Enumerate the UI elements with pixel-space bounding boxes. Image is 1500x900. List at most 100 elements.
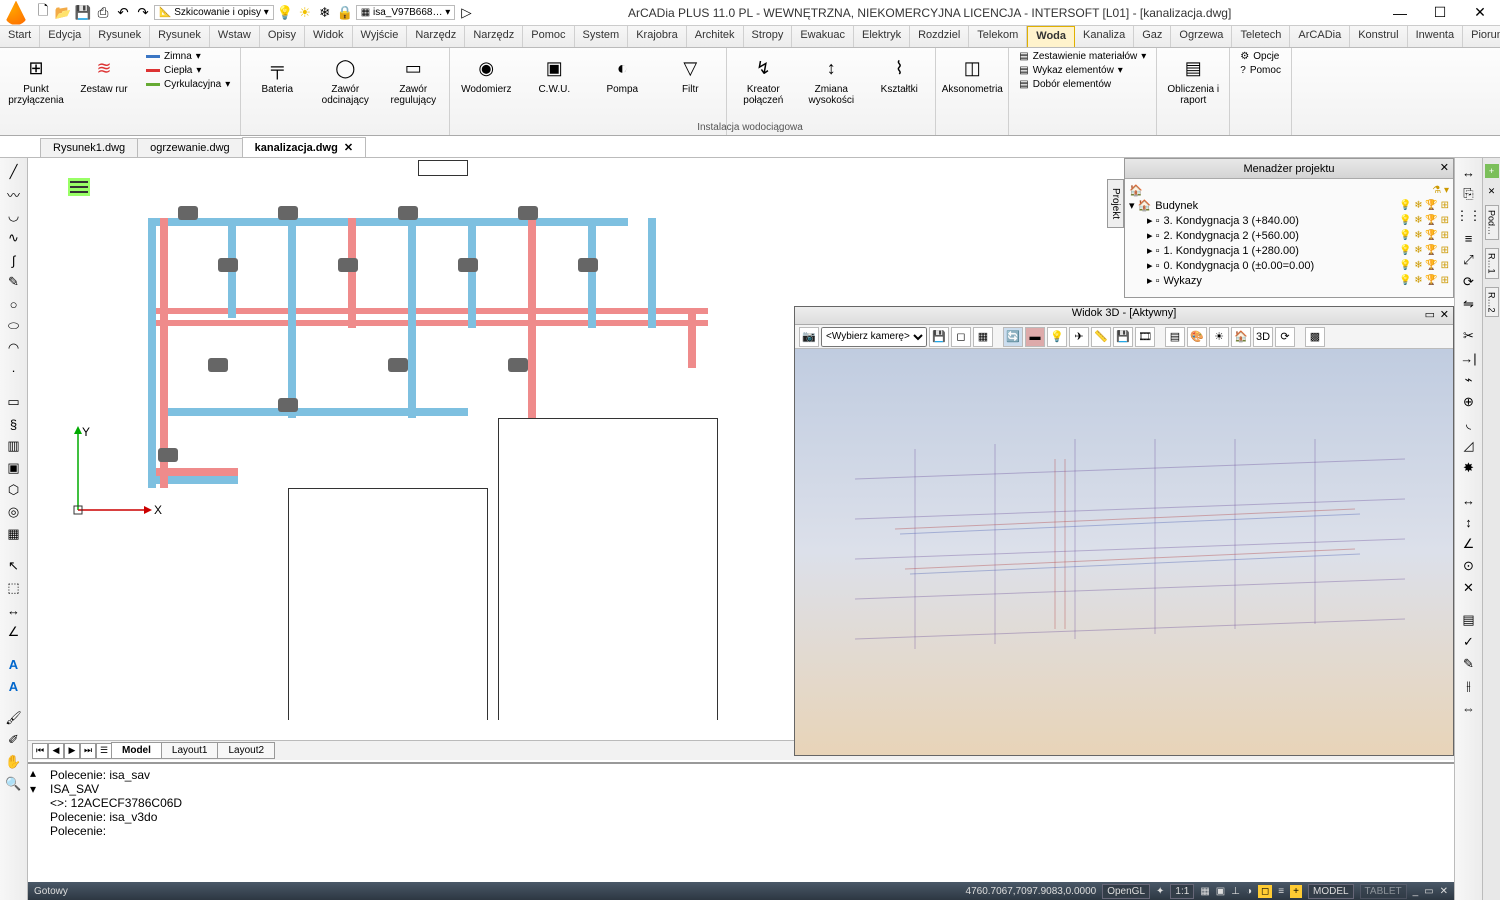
btn-obliczenia-raport[interactable]: ▤Obliczenia i raport: [1163, 50, 1223, 106]
spline-tool-icon[interactable]: ∿: [4, 228, 24, 248]
status-max-icon[interactable]: ▭: [1424, 886, 1433, 897]
rt-array-icon[interactable]: ⋮⋮: [1459, 206, 1479, 226]
v3d-home-icon[interactable]: 🏠: [1231, 327, 1251, 347]
btn-cyrkulacyjna[interactable]: Cyrkulacyjna ▾: [142, 78, 234, 91]
status-polar-icon[interactable]: ◑: [1246, 886, 1252, 897]
pm-item[interactable]: ▸ ▫ 1. Kondygnacja 1 (+280.00)💡 ❄ 🏆 ⊞: [1129, 243, 1449, 258]
v3d-frame-icon[interactable]: ◻: [951, 327, 971, 347]
btn-cwu[interactable]: ▣C.W.U.: [524, 50, 584, 95]
pm-side-tab[interactable]: Projekt: [1107, 179, 1124, 228]
rail-tab-2[interactable]: R…2: [1485, 287, 1499, 318]
v3d-save-icon[interactable]: 💾: [929, 327, 949, 347]
ribbon-tab-system[interactable]: System: [575, 26, 629, 47]
open-icon[interactable]: 📂: [54, 4, 72, 22]
ribbon-tab-rozdziel[interactable]: Rozdziel: [910, 26, 969, 47]
pm-item[interactable]: ▸ ▫ 0. Kondygnacja 0 (±0.00=0.00)💡 ❄ 🏆 ⊞: [1129, 258, 1449, 273]
btn-punkt-przylaczenia[interactable]: ⊞ Punkt przyłączenia: [6, 50, 66, 106]
command-window[interactable]: ▴ ▾ Polecenie: isa_savISA_SAV<>: 12ACECF…: [28, 762, 1454, 882]
btn-bateria[interactable]: ╤Bateria: [247, 50, 307, 95]
ribbon-tab-gaz[interactable]: Gaz: [1134, 26, 1171, 47]
rt-match-icon[interactable]: ✓: [1459, 632, 1479, 652]
rt-dim1-icon[interactable]: ↔: [1459, 490, 1479, 510]
ribbon-tab-ogrzewa[interactable]: Ogrzewa: [1171, 26, 1232, 47]
text-a-icon[interactable]: A: [4, 654, 24, 674]
paint-tool-icon[interactable]: 🖌: [4, 708, 24, 728]
cmd-up-icon[interactable]: ▴: [30, 766, 36, 780]
btn-pompa[interactable]: ◐Pompa: [592, 50, 652, 95]
cmd-down-icon[interactable]: ▾: [30, 782, 36, 796]
v3d-fly-icon[interactable]: ✈: [1069, 327, 1089, 347]
box-tool-icon[interactable]: ▣: [4, 458, 24, 478]
undo-icon[interactable]: ↶: [114, 4, 132, 22]
ribbon-tab-elektryk[interactable]: Elektryk: [854, 26, 910, 47]
status-snap2-icon[interactable]: ▣: [1216, 886, 1225, 897]
layout-tab-model[interactable]: Model: [111, 742, 162, 759]
rt-scale-icon[interactable]: ⤢: [1459, 250, 1479, 270]
v3d-wall-icon[interactable]: ▬: [1025, 327, 1045, 347]
rt-break-icon[interactable]: ⌁: [1459, 370, 1479, 390]
ribbon-tab-edycja[interactable]: Edycja: [40, 26, 90, 47]
btn-pomoc[interactable]: ? Pomoc: [1236, 64, 1285, 77]
view3d-canvas[interactable]: [795, 349, 1453, 755]
pm-root[interactable]: ▾ 🏠 Budynek 💡 ❄ 🏆 ⊞: [1129, 198, 1449, 213]
ribbon-tab-rysunek[interactable]: Rysunek: [90, 26, 150, 47]
ribbon-tab-architek[interactable]: Architek: [687, 26, 744, 47]
ribbon-tab-rysunek[interactable]: Rysunek: [150, 26, 210, 47]
rt-offset-icon[interactable]: ≡: [1459, 228, 1479, 248]
angle-tool-icon[interactable]: ∠: [4, 622, 24, 642]
pan-tool-icon[interactable]: ✋: [4, 752, 24, 772]
sun-icon[interactable]: ☀: [296, 4, 314, 22]
rail-close-icon[interactable]: ✕: [1488, 186, 1496, 197]
btn-kreator-polaczen[interactable]: ↯Kreator połączeń: [733, 50, 793, 106]
brush-tool-icon[interactable]: ✐: [4, 730, 24, 750]
view3d-max-icon[interactable]: ▭: [1425, 308, 1435, 321]
status-x-icon[interactable]: ✕: [1440, 886, 1448, 897]
status-track-icon[interactable]: +: [1290, 885, 1302, 898]
rt-trim-icon[interactable]: ✂: [1459, 326, 1479, 346]
rt-move-icon[interactable]: ↔: [1459, 162, 1479, 182]
btn-zimna[interactable]: Zimna ▾: [142, 50, 234, 63]
region-tool-icon[interactable]: ▥: [4, 436, 24, 456]
cursor-tool-icon[interactable]: ↖: [4, 556, 24, 576]
pm-filter-icon[interactable]: ⚗ ▾: [1432, 185, 1449, 196]
v3d-measure-icon[interactable]: 📏: [1091, 327, 1111, 347]
rt-mirror-icon[interactable]: ⇋: [1459, 294, 1479, 314]
ribbon-tab-konstrul[interactable]: Konstrul: [1350, 26, 1407, 47]
line-tool-icon[interactable]: ╱: [4, 162, 24, 182]
btn-filtr[interactable]: ▽Filtr: [660, 50, 720, 95]
status-scale[interactable]: 1:1: [1170, 884, 1194, 899]
status-min-icon[interactable]: _: [1413, 886, 1419, 897]
circle-tool-icon[interactable]: ○: [4, 294, 24, 314]
btn-wodomierz[interactable]: ◉Wodomierz: [456, 50, 516, 95]
rt-stretch-icon[interactable]: ⇔: [1459, 698, 1479, 718]
ribbon-tab-kanaliza[interactable]: Kanaliza: [1075, 26, 1134, 47]
app-logo-icon[interactable]: [4, 1, 28, 25]
redo-icon[interactable]: ↷: [134, 4, 152, 22]
save-icon[interactable]: 💾: [74, 4, 92, 22]
status-snap1-icon[interactable]: ▦: [1200, 886, 1209, 897]
btn-dobor-elementow[interactable]: ▤ Dobór elementów: [1015, 78, 1150, 91]
text-a2-icon[interactable]: A: [4, 676, 24, 696]
btn-ksztaltki[interactable]: ⌇Kształtki: [869, 50, 929, 95]
doc-dropdown[interactable]: ▦ isa_V97B668… ▾: [356, 5, 456, 20]
doc-tab[interactable]: kanalizacja.dwg✕: [242, 137, 366, 157]
new-icon[interactable]: 🗋: [34, 4, 52, 22]
pm-home-icon[interactable]: 🏠: [1129, 184, 1143, 197]
viewport-menu-icon[interactable]: [68, 178, 90, 196]
ribbon-tab-stropy[interactable]: Stropy: [744, 26, 793, 47]
layout-prev-icon[interactable]: ◀: [48, 743, 64, 759]
ribbon-tab-krajobra[interactable]: Krajobra: [628, 26, 687, 47]
mode-dropdown[interactable]: 📐 Szkicowanie i opisy ▾: [154, 5, 274, 20]
spiral-tool-icon[interactable]: §: [4, 414, 24, 434]
play-icon[interactable]: ▷: [457, 4, 475, 22]
rt-layer-icon[interactable]: ▤: [1459, 610, 1479, 630]
rail-tab-1[interactable]: R…1: [1485, 248, 1499, 279]
point-tool-icon[interactable]: ·: [4, 360, 24, 380]
bulb-icon[interactable]: 💡: [276, 4, 294, 22]
rt-dim4-icon[interactable]: ⊙: [1459, 556, 1479, 576]
torus-tool-icon[interactable]: ◎: [4, 502, 24, 522]
rt-edit-icon[interactable]: ✎: [1459, 654, 1479, 674]
rt-dim2-icon[interactable]: ↕: [1459, 512, 1479, 532]
ribbon-tab-narzędz[interactable]: Narzędz: [465, 26, 523, 47]
v3d-grid-icon[interactable]: ▦: [973, 327, 993, 347]
